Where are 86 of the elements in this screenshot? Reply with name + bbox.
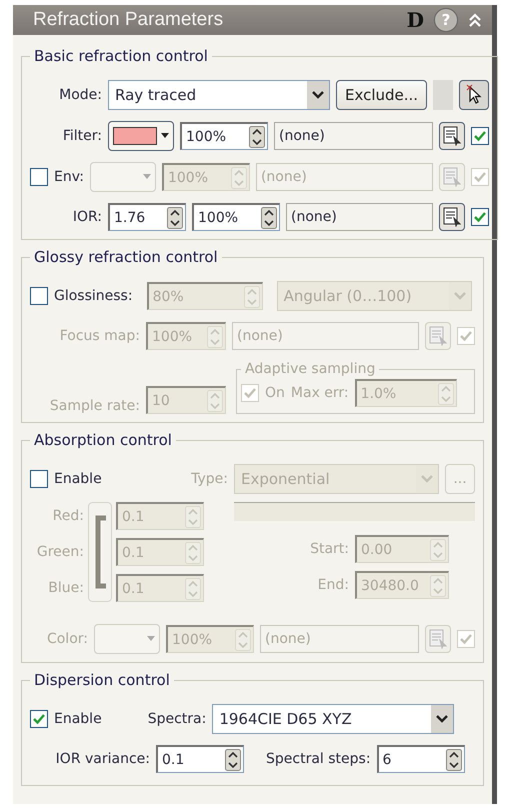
group-title: Glossy refraction control — [33, 248, 219, 266]
field-label: Red: — [52, 507, 84, 526]
dropdown[interactable]: Exponential — [234, 464, 439, 494]
caret-icon — [161, 133, 169, 139]
field-label: Max err: — [290, 385, 349, 401]
exclude-button[interactable]: Exclude... — [336, 80, 428, 110]
field-label: Type: — [191, 471, 228, 487]
field-label: Filter: — [62, 128, 102, 144]
field-label: Enable — [54, 711, 102, 727]
number-field[interactable]: 10 — [146, 386, 226, 414]
dropdown[interactable]: Angular (0…100) — [276, 281, 472, 311]
number-field[interactable]: 100% — [192, 203, 280, 231]
spinner-icon[interactable] — [446, 748, 462, 770]
collapse-icon[interactable] — [468, 12, 482, 28]
panel-title-bar[interactable]: Refraction Parameters D ? — [13, 5, 492, 35]
document-icon — [443, 126, 462, 146]
spinner-icon[interactable] — [167, 206, 183, 228]
field-label: Blue: — [47, 579, 84, 598]
dropdown[interactable]: 1964CIE D65 XYZ — [212, 704, 454, 734]
field-label: On — [265, 385, 285, 401]
field-label: IOR variance: — [54, 751, 150, 767]
number-field[interactable]: 80% — [146, 282, 263, 310]
number-field[interactable]: 100% — [180, 122, 268, 150]
chevron-icon[interactable] — [307, 81, 329, 109]
field-label: Glossiness: — [54, 288, 133, 304]
field-label: IOR: — [72, 209, 102, 225]
pick-button[interactable] — [459, 80, 490, 110]
panel-title: Refraction Parameters — [33, 9, 224, 31]
checkbox[interactable] — [471, 208, 490, 226]
map-slot[interactable]: (none) — [260, 625, 419, 653]
field-label: Mode: — [58, 87, 102, 103]
number-field[interactable]: 0.1 — [116, 574, 204, 602]
caret-icon — [142, 174, 151, 180]
field-label: Color: — [46, 631, 88, 647]
spinner-icon[interactable] — [261, 206, 277, 228]
number-field[interactable]: 100% — [146, 322, 226, 350]
field-label: Spectral steps: — [266, 751, 371, 767]
cursor-icon — [466, 84, 482, 106]
checkbox[interactable] — [30, 287, 48, 305]
group-title: Basic refraction control — [33, 47, 209, 65]
spinner-icon[interactable] — [225, 748, 241, 770]
number-field[interactable]: 1.76 — [108, 203, 186, 231]
spinner-icon[interactable] — [249, 126, 265, 148]
map-slot[interactable]: (none) — [286, 203, 434, 231]
lock-bracket-icon[interactable] — [88, 502, 112, 602]
group-title: Adaptive sampling — [244, 361, 376, 377]
number-field[interactable]: 0.00 — [355, 535, 449, 563]
empty-swatch — [433, 80, 454, 110]
number-field[interactable]: 1.0% — [354, 379, 457, 407]
checkbox[interactable] — [471, 127, 490, 145]
document-icon — [429, 629, 447, 649]
number-field[interactable]: 100% — [162, 163, 250, 191]
chevron-icon[interactable] — [431, 705, 454, 733]
dropdown[interactable]: Ray traced — [108, 80, 330, 110]
number-field[interactable]: 0.1 — [156, 745, 244, 773]
field-label: Start: — [310, 541, 349, 557]
number-field[interactable]: 30480.0 — [355, 571, 449, 599]
map-button[interactable] — [439, 203, 466, 231]
document-icon — [429, 326, 447, 346]
caret-icon — [147, 636, 155, 642]
checkbox[interactable] — [30, 168, 48, 186]
number-field[interactable]: 100% — [166, 625, 254, 653]
document-icon — [443, 207, 462, 227]
group-title: Dispersion control — [33, 671, 171, 689]
document-icon — [443, 167, 462, 187]
help-button[interactable]: ? — [434, 8, 458, 32]
map-slot[interactable]: (none) — [256, 163, 434, 191]
checkbox[interactable] — [30, 470, 48, 488]
field-label: Green: — [36, 543, 84, 562]
more-button[interactable]: ... — [445, 464, 475, 494]
group-title: Absorption control — [33, 431, 173, 449]
field-label: Focus map: — [58, 328, 140, 344]
map-button[interactable] — [439, 122, 466, 150]
checkbox[interactable] — [30, 710, 48, 728]
number-field[interactable]: 0.1 — [116, 538, 204, 566]
map-slot[interactable]: (none) — [274, 122, 434, 150]
field-label: End: — [318, 577, 349, 593]
field-label: Sample rate: — [48, 398, 140, 414]
field-label: Env: — [54, 169, 84, 185]
number-field[interactable]: 0.1 — [116, 502, 204, 530]
field-label: Enable — [54, 471, 102, 487]
d-button[interactable]: D — [406, 8, 424, 32]
map-slot[interactable]: (none) — [232, 322, 419, 350]
field-label: Spectra: — [148, 711, 206, 727]
color-button[interactable] — [108, 121, 174, 151]
number-field[interactable]: 6 — [376, 745, 465, 773]
